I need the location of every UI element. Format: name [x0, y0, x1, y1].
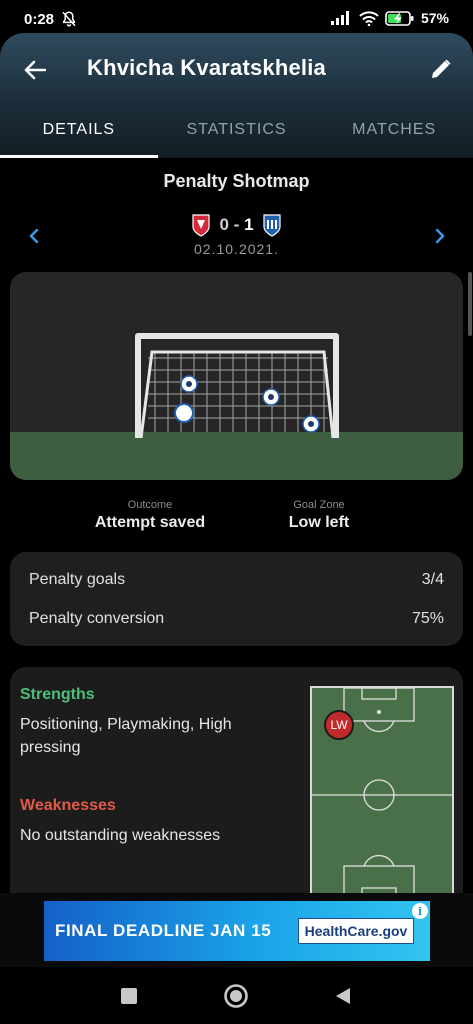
score-separator: - [233, 215, 240, 234]
outcome-block: Outcome Attempt saved [60, 499, 240, 532]
penalty-goals-label: Penalty goals [29, 571, 126, 588]
penalty-goals-row: Penalty goals 3/4 [29, 571, 444, 589]
battery-charging-icon [385, 10, 414, 26]
goal-zone-block: Goal Zone Low left [249, 499, 389, 532]
page-title: Khvicha Kvaratskhelia [87, 55, 326, 80]
position-badge: LW [324, 710, 354, 740]
home-score: 0 [219, 215, 229, 234]
position-pitch: LW [310, 686, 454, 907]
tab-matches[interactable]: MATCHES [315, 113, 473, 158]
outcome-value: Attempt saved [94, 514, 206, 531]
ad-logo: HealthCare.gov [298, 918, 414, 944]
back-button[interactable] [18, 55, 52, 85]
goal-zone-label: Goal Zone [293, 499, 345, 511]
circle-icon [224, 984, 248, 1008]
wifi-icon [359, 10, 379, 26]
outcome-label: Outcome [127, 499, 173, 511]
match-date: 02.10.2021. [194, 241, 279, 257]
bell-off-icon [62, 11, 76, 27]
ad-info-icon[interactable]: i [412, 903, 428, 919]
penalty-stats-card: Penalty goals 3/4 Penalty conversion 75% [10, 552, 463, 646]
recents-button[interactable] [116, 983, 142, 1009]
weaknesses-heading: Weaknesses [20, 797, 116, 814]
system-nav-bar [0, 967, 473, 1024]
status-time: 0:28 [24, 11, 55, 28]
match-score[interactable]: 0 - 1 [0, 213, 473, 237]
penalty-conversion-row: Penalty conversion 75% [29, 610, 444, 628]
home-team-crest-icon [192, 214, 211, 237]
triangle-back-icon [336, 988, 350, 1004]
score-text: 0 - 1 [219, 215, 253, 235]
tab-bar: DETAILS STATISTICS MATCHES [0, 113, 473, 158]
status-bar: 0:28 57% [0, 0, 473, 36]
home-button[interactable] [223, 983, 249, 1009]
strengths-line-2: pressing [20, 739, 81, 756]
tab-details[interactable]: DETAILS [0, 113, 158, 158]
away-score: 1 [244, 215, 254, 234]
edit-button[interactable] [425, 53, 457, 85]
strengths-heading: Strengths [20, 686, 95, 703]
strengths-line-1: Positioning, Playmaking, High [20, 716, 232, 733]
shotmap-title: Penalty Shotmap [163, 171, 310, 191]
penalty-conversion-value: 75% [411, 610, 444, 627]
ball-icon [180, 375, 198, 393]
ad-text: FINAL DEADLINE JAN 15 [55, 921, 272, 940]
ad-banner[interactable]: FINAL DEADLINE JAN 15 HealthCare.gov i [44, 901, 430, 961]
player-header: Khvicha Kvaratskhelia DETAILS STATISTICS… [0, 33, 473, 158]
back-arrow-icon [24, 60, 46, 80]
strengths-text: Positioning, Playmaking, High pressing [20, 713, 280, 759]
weaknesses-text: No outstanding weaknesses [20, 827, 221, 844]
signal-icon [330, 11, 349, 25]
position-badge-label: LW [330, 718, 348, 732]
scrollbar[interactable] [468, 272, 472, 336]
away-team-crest-icon [262, 214, 281, 237]
penalty-shotmap [10, 272, 463, 480]
square-icon [121, 988, 137, 1004]
ad-area: FINAL DEADLINE JAN 15 HealthCare.gov i [0, 893, 473, 967]
ball-icon [262, 388, 280, 406]
goal-graphic [135, 333, 339, 439]
penalty-conversion-label: Penalty conversion [29, 610, 165, 627]
battery-percent: 57% [420, 10, 449, 26]
strengths-weaknesses-card: Strengths Positioning, Playmaking, High … [10, 667, 463, 907]
goal-zone-value: Low left [288, 514, 350, 531]
pencil-icon [432, 59, 451, 78]
selected-ball-icon[interactable] [174, 403, 194, 423]
penalty-goals-value: 3/4 [421, 571, 444, 588]
tab-statistics[interactable]: STATISTICS [158, 113, 316, 158]
back-nav-button[interactable] [330, 983, 356, 1009]
ball-icon [302, 415, 320, 433]
